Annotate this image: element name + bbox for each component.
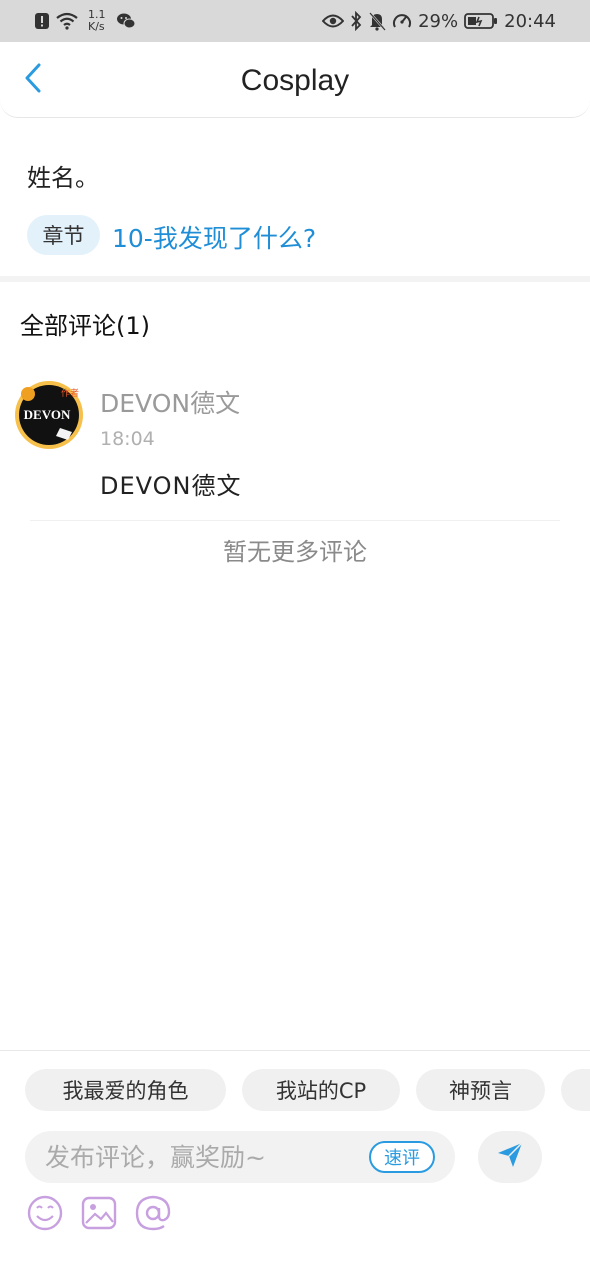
page-title: Cosplay [240, 64, 350, 97]
comment-time: 18:04 [100, 428, 155, 450]
chip-more[interactable] [561, 1069, 590, 1111]
comment-username[interactable]: DEVON德文 [100, 384, 240, 420]
wifi-icon [56, 12, 78, 30]
emoji-icon [26, 1194, 64, 1236]
alert-icon [34, 12, 50, 30]
app-header: Cosplay [0, 42, 590, 118]
comment-input-box: 速评 [25, 1131, 455, 1183]
clock: 20:44 [504, 10, 556, 32]
comment-divider [30, 520, 560, 521]
quick-comment-button[interactable]: 速评 [369, 1141, 435, 1173]
image-icon [80, 1194, 118, 1236]
speedometer-icon [392, 11, 412, 31]
battery-icon [464, 12, 498, 30]
chip-my-cp[interactable]: 我站的CP [242, 1069, 400, 1111]
send-icon [496, 1141, 524, 1173]
bluetooth-icon [350, 11, 362, 31]
send-button[interactable] [478, 1131, 542, 1183]
chapter-badge: 章节 [27, 215, 100, 255]
post-name: 姓名。 [27, 164, 99, 192]
mention-button[interactable] [133, 1195, 173, 1235]
comment-input[interactable] [45, 1131, 365, 1183]
battery-percent: 29% [418, 10, 459, 32]
no-more-comments: 暂无更多评论 [223, 538, 367, 566]
avatar-text: DEVON [24, 407, 71, 422]
network-speed: 1.1 K/s [88, 9, 106, 33]
chip-prophecy[interactable]: 神预言 [416, 1069, 545, 1111]
bell-muted-icon [368, 11, 387, 31]
emoji-button[interactable] [25, 1195, 65, 1235]
wechat-icon [116, 12, 136, 30]
status-bar: 1.1 K/s 29% 20:44 [0, 0, 590, 42]
chapter-link[interactable]: 10-我发现了什么? [112, 219, 316, 255]
eye-icon [322, 13, 345, 29]
comments-heading: 全部评论(1) [20, 312, 150, 340]
comment-body: DEVON德文 [100, 472, 242, 500]
chip-favorite-character[interactable]: 我最爱的角色 [25, 1069, 226, 1111]
section-divider [0, 276, 590, 282]
avatar[interactable]: DEVON 作者 [14, 380, 84, 450]
avatar-author-tag: 作者 [61, 387, 79, 399]
at-icon [134, 1194, 172, 1236]
quick-chips: 我最爱的角色 我站的CP 神预言 [25, 1069, 590, 1111]
speed-unit: K/s [88, 20, 105, 33]
image-button[interactable] [79, 1195, 119, 1235]
comment-composer: 我最爱的角色 我站的CP 神预言 速评 [0, 1050, 590, 1280]
